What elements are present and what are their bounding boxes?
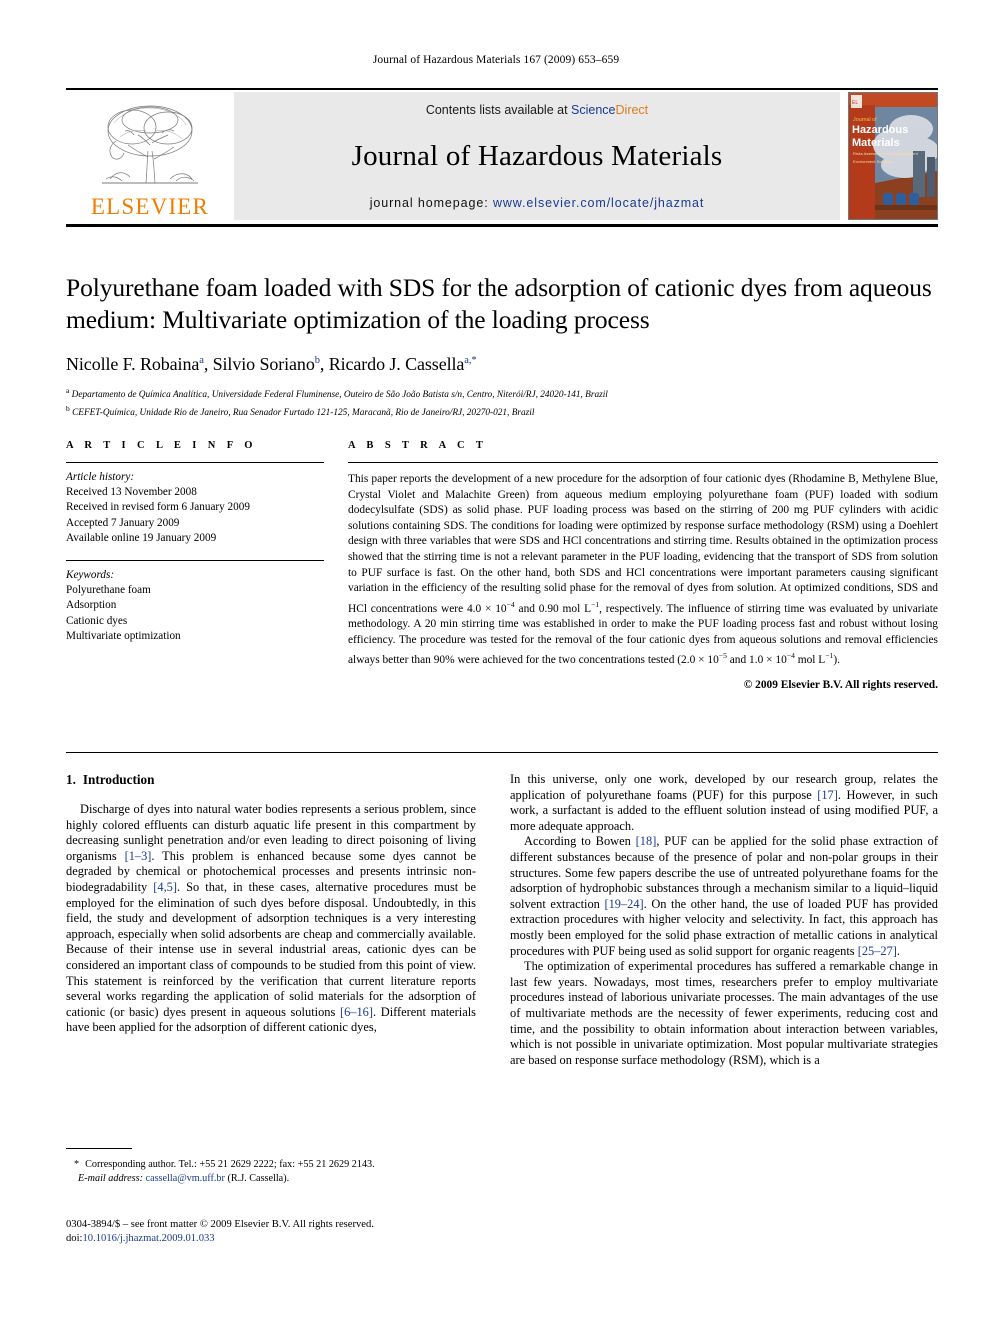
footnote-star-marker: * bbox=[74, 1159, 80, 1170]
article-page: Journal of Hazardous Materials 167 (2009… bbox=[0, 0, 992, 1323]
keyword-item: Cationic dyes bbox=[66, 614, 128, 627]
masthead-bottom-rule bbox=[66, 224, 938, 227]
keywords-label: Keywords: bbox=[66, 569, 115, 582]
homepage-label: journal homepage: bbox=[369, 196, 489, 210]
keyword-item: Polyurethane foam bbox=[66, 584, 151, 597]
homepage-url-link[interactable]: www.elsevier.com/locate/jhazmat bbox=[493, 196, 704, 210]
masthead-top-rule bbox=[66, 88, 938, 90]
abstract-exponent: −1 bbox=[825, 651, 834, 661]
title-block: Polyurethane foam loaded with SDS for th… bbox=[66, 272, 938, 420]
abstract-exponent: −4 bbox=[506, 599, 515, 609]
body-paragraph: Discharge of dyes into natural water bod… bbox=[66, 802, 477, 1035]
affiliation-item: a Departamento de Química Analítica, Uni… bbox=[66, 386, 608, 401]
email-address-link[interactable]: cassella@vm.uff.br bbox=[146, 1173, 225, 1184]
sciencedirect-direct-label[interactable]: Direct bbox=[616, 103, 649, 117]
abstract-column: A B S T R A C T This paper reports the d… bbox=[348, 440, 938, 691]
article-history-item: Available online 19 January 2009 bbox=[66, 531, 217, 544]
corresponding-author-text: Corresponding author. Tel.: +55 21 2629 … bbox=[85, 1159, 375, 1170]
author-name: Nicolle F. Robaina bbox=[66, 354, 200, 374]
author-affiliation-marker: b bbox=[314, 355, 320, 366]
abstract-text: This paper reports the development of a … bbox=[348, 473, 938, 667]
article-info-heading: A R T I C L E I N F O bbox=[66, 440, 257, 451]
svg-text:Materials: Materials bbox=[852, 137, 900, 149]
section-title: Introduction bbox=[82, 772, 155, 787]
citation-reference[interactable]: [1–3] bbox=[125, 849, 152, 863]
elsevier-logo: ELSEVIER bbox=[66, 92, 234, 220]
svg-text:Journal of: Journal of bbox=[853, 117, 877, 123]
doi-line: doi:10.1016/j.jhazmat.2009.01.033 bbox=[66, 1232, 496, 1246]
keyword-item: Multivariate optimization bbox=[66, 629, 181, 642]
citation-reference[interactable]: [6–16] bbox=[340, 1005, 373, 1019]
affiliation-item: b CEFET-Química, Unidade Rio de Janeiro,… bbox=[66, 404, 535, 419]
left-column-paragraphs: Discharge of dyes into natural water bod… bbox=[66, 802, 476, 1036]
keywords-block: Keywords: Polyurethane foam Adsorption Cat… bbox=[66, 568, 324, 644]
svg-text:Risks Assessment and Managemen: Risks Assessment and Management bbox=[853, 151, 919, 156]
article-history-items: Received 13 November 2008 Received in rev… bbox=[66, 485, 324, 546]
elsevier-wordmark: ELSEVIER bbox=[90, 194, 210, 219]
sciencedirect-science-label[interactable]: Science bbox=[571, 103, 615, 117]
running-head: Journal of Hazardous Materials 167 (2009… bbox=[372, 54, 620, 66]
author-list: Nicolle F. Robainaa, Silvio Sorianob, Ri… bbox=[66, 354, 477, 374]
right-column-paragraphs: In this universe, only one work, develop… bbox=[510, 772, 938, 1068]
journal-masthead: ELSEVIER Contents lists available at Sci… bbox=[66, 88, 938, 227]
svg-text:Environment Solutions: Environment Solutions bbox=[853, 159, 893, 164]
email-address-label: E-mail address: bbox=[78, 1173, 143, 1184]
doi-link[interactable]: 10.1016/j.jhazmat.2009.01.033 bbox=[82, 1233, 214, 1244]
author-affiliation-marker: a,* bbox=[464, 355, 477, 366]
abstract-exponent: −4 bbox=[786, 651, 795, 661]
sciencedirect-line: Contents lists available at ScienceDirec… bbox=[426, 103, 648, 117]
citation-reference[interactable]: [17] bbox=[817, 788, 838, 802]
article-info-rule bbox=[66, 462, 324, 463]
doi-label: doi: bbox=[66, 1233, 83, 1245]
body-column-left: 1. Introduction Discharge of dyes into na… bbox=[66, 772, 476, 1036]
copyright-line: © 2009 Elsevier B.V. All rights reserved… bbox=[743, 678, 938, 691]
issn-frontmatter-line: 0304-3894/$ – see front matter © 2009 El… bbox=[66, 1219, 374, 1230]
affiliation-list: a Departamento de Química Analítica, Uni… bbox=[66, 384, 938, 420]
article-info-column: A R T I C L E I N F O Article history: R… bbox=[66, 440, 324, 644]
article-history-label: Article history: bbox=[66, 471, 135, 483]
footnote-rule bbox=[66, 1148, 132, 1149]
abstract-heading: A B S T R A C T bbox=[348, 440, 488, 451]
journal-cover-thumbnail: EL Journal of Hazardous Materials Risks … bbox=[848, 92, 938, 220]
article-history-item: Received in revised form 6 January 2009 bbox=[66, 501, 250, 514]
article-history-item: Accepted 7 January 2009 bbox=[66, 516, 180, 529]
abstract-exponent: −5 bbox=[718, 651, 727, 661]
section-number: 1. bbox=[66, 772, 76, 787]
keyword-item: Adsorption bbox=[66, 599, 117, 612]
section-heading-introduction: 1. Introduction bbox=[66, 772, 476, 788]
svg-text:EL: EL bbox=[852, 100, 858, 106]
body-paragraph: In this universe, only one work, develop… bbox=[510, 772, 938, 833]
citation-reference[interactable]: [19–24] bbox=[604, 897, 643, 911]
citation-reference[interactable]: [18] bbox=[636, 834, 657, 848]
author-name: Silvio Soriano bbox=[212, 354, 315, 374]
page-title: Polyurethane foam loaded with SDS for th… bbox=[66, 273, 932, 334]
abstract-exponent: −1 bbox=[591, 599, 600, 609]
footnote-text: * Corresponding author. Tel.: +55 21 2629… bbox=[66, 1158, 476, 1186]
abstract-rule bbox=[348, 462, 938, 463]
keywords-rule bbox=[66, 560, 324, 562]
author-name: Ricardo J. Cassella bbox=[328, 354, 465, 374]
journal-homepage-line: journal homepage: www.elsevier.com/locat… bbox=[370, 196, 705, 210]
article-history: Article history: Received 13 November 20… bbox=[66, 470, 324, 546]
keyword-items: Polyurethane foam Adsorption Cationic dyes… bbox=[66, 583, 324, 644]
body-paragraph: The optimization of experimental procedu… bbox=[510, 959, 938, 1067]
svg-text:Hazardous: Hazardous bbox=[852, 124, 908, 136]
contents-prefix-label: Contents lists available at bbox=[425, 103, 572, 117]
imprint-block: 0304-3894/$ – see front matter © 2009 El… bbox=[66, 1218, 496, 1247]
elsevier-tree-icon bbox=[102, 105, 198, 184]
citation-reference[interactable]: [4,5] bbox=[153, 880, 177, 894]
body-paragraph: According to Bowen [18], PUF can be appl… bbox=[510, 834, 939, 958]
masthead-center: Contents lists available at ScienceDirec… bbox=[234, 92, 840, 220]
cover-artwork-icon: EL Journal of Hazardous Materials Risks … bbox=[849, 93, 937, 219]
corresponding-author-footnote: * Corresponding author. Tel.: +55 21 2629… bbox=[66, 1148, 476, 1186]
body-column-right: In this universe, only one work, develop… bbox=[510, 772, 938, 1068]
author-affiliation-marker: a bbox=[199, 355, 204, 366]
journal-title: Journal of Hazardous Materials bbox=[351, 140, 723, 172]
article-history-item: Received 13 November 2008 bbox=[66, 486, 197, 499]
body-separator-rule bbox=[66, 752, 938, 753]
citation-reference[interactable]: [25–27] bbox=[858, 944, 897, 958]
email-owner-label: (R.J. Cassella). bbox=[227, 1173, 290, 1184]
